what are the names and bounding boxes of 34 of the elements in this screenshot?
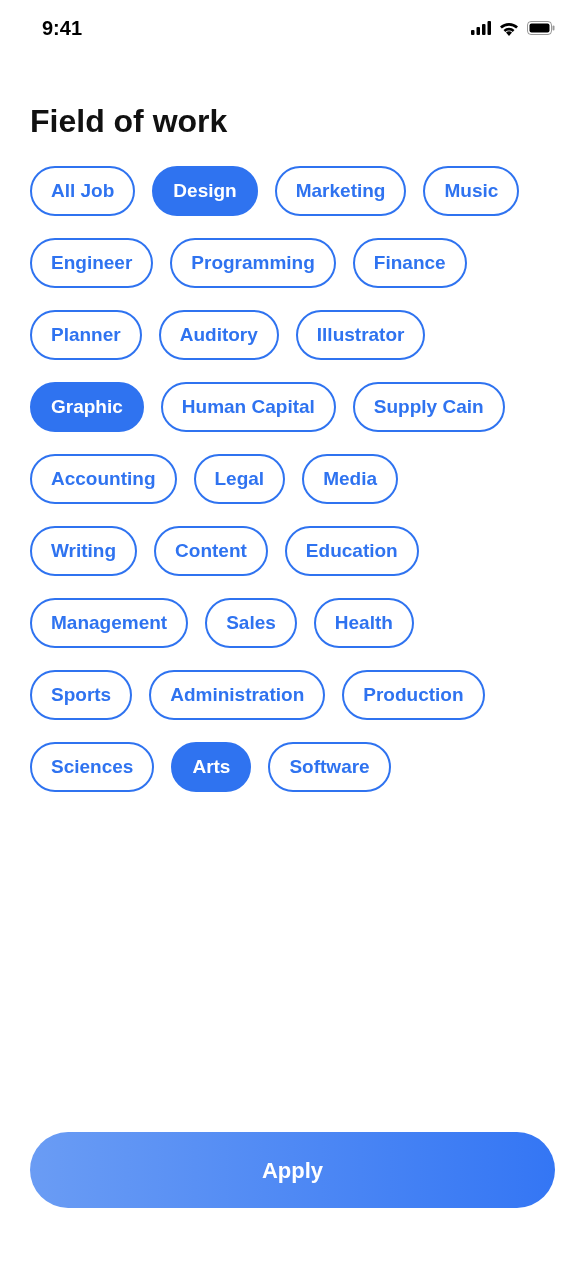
category-chip[interactable]: Media [302,454,398,505]
category-chip[interactable]: Graphic [30,382,144,433]
signal-icon [471,21,491,35]
category-chip[interactable]: Content [154,526,268,577]
wifi-icon [499,20,519,36]
category-chip[interactable]: Education [284,526,419,577]
category-chip[interactable]: Human Capital [160,382,336,433]
category-chip[interactable]: Programming [170,238,336,289]
category-chip[interactable]: Sciences [30,742,155,793]
category-chip[interactable]: Engineer [30,238,154,289]
apply-button[interactable]: Apply [30,1132,555,1208]
category-chip[interactable]: All Job [30,166,136,217]
category-chip[interactable]: Software [268,742,391,793]
page-title: Field of work [30,102,229,141]
category-chip[interactable]: Arts [171,742,252,793]
category-chip[interactable]: Marketing [274,166,407,217]
category-chip[interactable]: Sales [205,598,297,649]
category-chip[interactable]: Production [342,670,485,721]
category-chip[interactable]: Management [30,598,189,649]
category-chip[interactable]: Administration [149,670,326,721]
category-chip[interactable]: Supply Cain [352,382,505,433]
battery-icon [527,21,555,35]
category-chip[interactable]: Writing [30,526,138,577]
category-chip[interactable]: Health [313,598,414,649]
category-chip[interactable]: Legal [193,454,286,505]
category-chip[interactable]: Accounting [30,454,177,505]
category-chip[interactable]: Planner [30,310,142,361]
status-time: 9:41 [42,16,83,41]
category-chip[interactable]: Illustrator [295,310,426,361]
category-chip[interactable]: Finance [352,238,467,289]
category-chip[interactable]: Auditory [158,310,279,361]
category-chip[interactable]: Sports [30,670,133,721]
category-chip[interactable]: Design [152,166,258,217]
category-chip[interactable]: Music [423,166,520,217]
